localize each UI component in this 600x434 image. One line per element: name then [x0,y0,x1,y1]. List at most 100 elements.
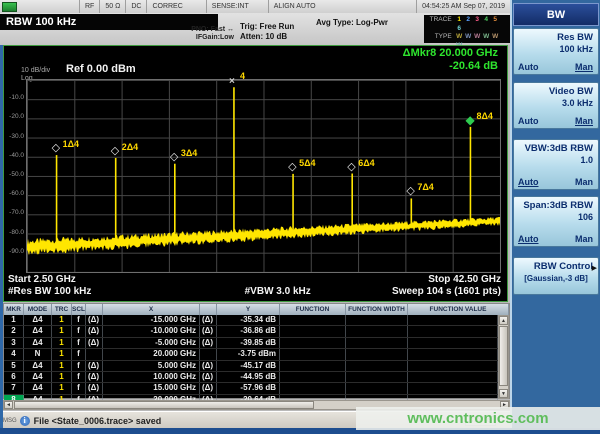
marker-diamond-filled-icon: ◆ [465,115,474,126]
table-row[interactable]: 7Δ41f(Δ)15.000 GHz(Δ)-57.96 dB [4,383,498,394]
softkey-title: Video BW [514,83,598,97]
x-prefix-cell: (Δ) [86,361,103,371]
trc-cell: 1 [52,326,72,336]
scroll-left-icon[interactable]: ◄ [4,401,13,409]
softkey-option-auto[interactable]: Auto [518,116,539,126]
y-tick-label: -50.0 [5,171,24,178]
x-value-cell: -5.000 GHz [103,338,200,348]
table-row[interactable]: 3Δ41f(Δ)-5.000 GHz(Δ)-39.85 dB [4,338,498,349]
scroll-up-icon[interactable]: ▲ [499,316,508,325]
y-prefix-cell: (Δ) [200,326,217,336]
marker-label: 5Δ4 [299,158,315,168]
softkey-title: VBW:3dB RBW [514,140,598,154]
scroll-down-icon[interactable]: ▼ [499,389,508,398]
vscroll-thumb[interactable] [499,326,508,386]
res-bw-label: #Res BW 100 kHz [8,286,91,297]
softkey-option-man[interactable]: Man [575,234,593,244]
softkey-options: Auto Man [518,62,593,72]
softkey-option-auto[interactable]: Auto [518,62,539,72]
indicator-impedance: 50 Ω [99,0,125,13]
function-value-cell [408,349,498,359]
pno-label: PNO: Fast [191,26,225,33]
softkey-span-3db-rbw[interactable]: Span:3dB RBW106AutoMan [513,196,599,247]
softkey-options: Auto Man [518,116,593,126]
avg-type-label: Avg Type: Log-Pwr [316,18,420,27]
softkey-value: 100 kHz [514,43,598,54]
softkey-value: 1.0 [514,154,598,165]
table-row[interactable]: 2Δ41f(Δ)-10.000 GHz(Δ)-36.86 dB [4,326,498,337]
column-header: MKR [4,304,24,315]
function-value-cell [408,383,498,393]
trace-number: 1 [455,16,464,25]
column-header: FUNCTION WIDTH [346,304,408,315]
softkey-res-bw[interactable]: Res BW100 kHzAutoMan [513,28,599,75]
softkey-option-auto[interactable]: Auto [518,234,539,244]
softkey-menu: BW Res BW100 kHzAutoManVideo BW3.0 kHzAu… [510,0,600,428]
softkey-option-man[interactable]: Man [575,116,593,126]
softkey-option-auto[interactable]: Auto [518,177,539,187]
mkr-cell: 3 [4,338,24,348]
function-value-cell [408,338,498,348]
hscroll-thumb[interactable] [14,401,314,409]
x-value-cell: -10.000 GHz [103,326,200,336]
marker-diamond-icon: ◇ [347,162,355,173]
trace-type: W [473,33,482,42]
trace-type: W [455,33,464,42]
softkey-vbw-3db-rbw[interactable]: VBW:3dB RBW1.0 Auto Man [513,139,599,190]
softkey-video-bw[interactable]: Video BW3.0 kHz Auto Man [513,82,599,129]
softkey-options: Auto Man [518,234,593,244]
table-row[interactable]: 4N1f20.000 GHz-3.75 dBm [4,349,498,360]
y-prefix-cell: (Δ) [200,315,217,325]
function-width-cell [346,361,408,371]
column-header [86,304,103,315]
marker-label: 2Δ4 [122,142,138,152]
marker-diamond-icon: ◇ [52,143,60,154]
y-value-cell: -39.85 dB [217,338,280,348]
function-cell [280,372,346,382]
x-value-cell: 10.000 GHz [103,372,200,382]
trc-cell: 1 [52,383,72,393]
y-tick-label: -20.0 [5,113,24,120]
marker-label: 3Δ4 [181,148,197,158]
marker-label: 6Δ4 [358,158,374,168]
marker-label: 1Δ4 [63,139,79,149]
trace-row-label: TRACE [426,16,452,33]
submenu-arrow-icon: ▶ [592,264,597,272]
trace-number: 6 [455,25,464,34]
mkr-cell: 7 [4,383,24,393]
softkey-value: 106 [514,211,598,222]
function-cell [280,361,346,371]
trigger-settings: Trig: Free Run Atten: 10 dB [240,22,316,42]
x-value-cell: -15.000 GHz [103,315,200,325]
mkr-cell: 1 [4,315,24,325]
mode-cell: Δ4 [24,361,52,371]
table-row[interactable]: 1Δ41f(Δ)-15.000 GHz(Δ)-35.34 dB [4,315,498,326]
indicator-sense: SENSE:INT [206,0,254,13]
x-prefix-cell: (Δ) [86,315,103,325]
y-prefix-cell: (Δ) [200,361,217,371]
y-tick-label: -40.0 [5,152,24,159]
column-header [200,304,217,315]
scl-cell: f [72,338,86,348]
y-tick-label: -30.0 [5,133,24,140]
mkr-cell: 4 [4,349,24,359]
softkey-rbw-control[interactable]: RBW Control▶[Gaussian,-3 dB] [513,257,599,295]
table-row[interactable]: 6Δ41f(Δ)10.000 GHz(Δ)-44.95 dB [4,372,498,383]
x-value-cell: 20.000 GHz [103,349,200,359]
softkey-value: 3.0 kHz [514,97,598,108]
softkey-option-man[interactable]: Man [575,177,593,187]
marker-diamond-icon: ◇ [288,162,296,173]
spectrum-display: ΔMkr8 20.000 GHz -20.64 dB 10 dB/div Log… [3,45,508,302]
softkey-option-man[interactable]: Man [575,62,593,72]
pno-coupling-icon: ↔ [227,26,234,33]
mkr-cell: 5 [4,361,24,371]
table-vertical-scrollbar[interactable]: ▲ ▼ [498,315,509,399]
y-value-cell: -57.96 dB [217,383,280,393]
y-prefix-cell: (Δ) [200,338,217,348]
table-row[interactable]: 5Δ41f(Δ)5.000 GHz(Δ)-45.17 dB [4,361,498,372]
y-tick-label: -80.0 [5,229,24,236]
delta-marker-freq: ΔMkr8 20.000 GHz [403,47,498,60]
vbw-label: #VBW 3.0 kHz [245,286,311,297]
y-prefix-cell [200,349,217,359]
y-prefix-cell: (Δ) [200,383,217,393]
